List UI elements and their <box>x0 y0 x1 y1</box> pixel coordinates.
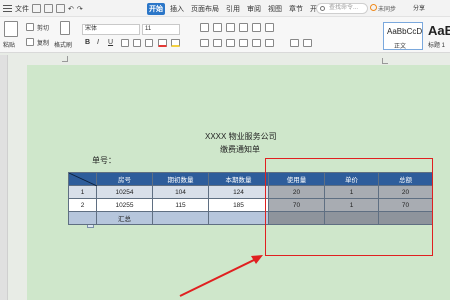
table-cell[interactable] <box>208 211 269 225</box>
style-heading1-sample: AaBb <box>428 23 450 38</box>
share-button[interactable]: 分享 <box>413 3 447 14</box>
line-spacing-icon[interactable] <box>265 39 274 47</box>
sort-icon[interactable] <box>265 23 274 32</box>
align-center-icon[interactable] <box>213 39 222 47</box>
table-cell[interactable]: 124 <box>208 185 269 199</box>
save-icon[interactable] <box>32 4 41 13</box>
table-cell[interactable]: 10255 <box>96 198 153 212</box>
align-right-icon[interactable] <box>226 39 235 47</box>
company-title: XXXX 物业服务公司 <box>205 132 277 141</box>
menu-bar: 文件 ↶ ↷ 开始 插入 页面布局 引用 审阅 视图 章节 开发工具 会 查找命… <box>0 0 450 17</box>
table-cell[interactable]: 2 <box>68 198 97 212</box>
redo-icon[interactable]: ↷ <box>77 5 83 13</box>
undo-icon[interactable]: ↶ <box>68 5 74 13</box>
style-heading1-label: 标题 1 <box>428 43 446 49</box>
distributed-icon[interactable] <box>252 39 261 47</box>
header-opening-qty[interactable]: 期初数量 <box>152 172 209 186</box>
diagonal-line-icon <box>69 173 97 186</box>
table-cell[interactable]: 1 <box>68 185 97 199</box>
notice-title: 缴费通知单 <box>220 145 260 154</box>
header-corner-cell[interactable] <box>68 172 97 186</box>
subscript-icon[interactable] <box>145 39 153 47</box>
header-current-qty[interactable]: 本期数量 <box>208 172 269 186</box>
font-color-icon[interactable] <box>158 39 167 47</box>
ribbon-toolbar: 粘贴 剪切 复制 格式刷 宋体 11 B I U AaBbCcD 正文 AaBb… <box>0 17 450 53</box>
superscript-icon[interactable] <box>133 39 141 47</box>
search-placeholder: 查找命令... <box>329 5 359 11</box>
table-cell[interactable]: 115 <box>152 198 209 212</box>
increase-indent-icon[interactable] <box>239 23 248 32</box>
tab-references[interactable]: 引用 <box>224 3 242 15</box>
header-room-no[interactable]: 房号 <box>96 172 153 186</box>
print-icon[interactable] <box>44 4 53 13</box>
style-normal-sample: AaBbCcD <box>387 27 423 36</box>
tab-view[interactable]: 视图 <box>266 3 284 15</box>
highlight-box <box>265 158 433 256</box>
style-normal[interactable]: AaBbCcD 正文 <box>383 22 423 50</box>
paste-button[interactable]: 粘贴 <box>3 40 15 49</box>
chinese-layout-icon[interactable] <box>252 23 261 32</box>
bullets-icon[interactable] <box>200 23 209 32</box>
tab-insert[interactable]: 插入 <box>168 3 186 15</box>
format-painter-icon[interactable] <box>60 21 70 35</box>
table-cell[interactable]: 185 <box>208 198 269 212</box>
sync-icon <box>370 4 377 11</box>
align-left-icon[interactable] <box>200 39 209 47</box>
format-painter-button[interactable]: 格式刷 <box>54 40 72 49</box>
command-search-input[interactable]: 查找命令... <box>316 3 368 14</box>
copy-icon <box>26 38 34 46</box>
margin-corner-top-left <box>62 56 68 62</box>
summary-label-cell[interactable]: 汇总 <box>96 211 153 225</box>
preview-icon[interactable] <box>56 4 65 13</box>
file-menu[interactable]: 文件 <box>15 4 29 14</box>
doc-number-label: 单号： <box>92 156 116 165</box>
style-normal-label: 正文 <box>394 44 407 50</box>
tab-page-layout[interactable]: 页面布局 <box>189 3 221 15</box>
menu-icon[interactable] <box>3 5 12 12</box>
cut-icon <box>26 23 34 31</box>
font-size-select[interactable]: 11 <box>142 24 180 35</box>
italic-button[interactable]: I <box>97 39 99 46</box>
tab-section[interactable]: 章节 <box>287 3 305 15</box>
table-cell[interactable] <box>152 211 209 225</box>
tab-home[interactable]: 开始 <box>147 3 165 15</box>
shading-icon[interactable] <box>290 39 299 47</box>
vertical-ruler <box>0 55 8 300</box>
cut-button[interactable]: 剪切 <box>37 23 49 32</box>
font-name-select[interactable]: 宋体 <box>82 24 140 35</box>
borders-icon[interactable] <box>303 39 312 47</box>
search-icon <box>320 6 325 11</box>
margin-corner-top-right <box>382 58 388 64</box>
tab-review[interactable]: 审阅 <box>245 3 263 15</box>
bold-button[interactable]: B <box>85 39 90 46</box>
table-cell[interactable]: 10254 <box>96 185 153 199</box>
paste-icon[interactable] <box>4 21 18 37</box>
copy-button[interactable]: 复制 <box>37 38 49 47</box>
style-gallery: AaBbCcD 正文 AaBb 标题 1 <box>380 20 450 51</box>
underline-button[interactable]: U <box>108 39 113 46</box>
numbering-icon[interactable] <box>213 23 222 32</box>
decrease-indent-icon[interactable] <box>226 23 235 32</box>
table-cell[interactable]: 104 <box>152 185 209 199</box>
sync-status[interactable]: 未同步 <box>378 4 396 13</box>
strikethrough-icon[interactable] <box>121 39 129 47</box>
justify-icon[interactable] <box>239 39 248 47</box>
highlight-icon[interactable] <box>171 39 180 47</box>
table-cell[interactable] <box>68 211 97 225</box>
